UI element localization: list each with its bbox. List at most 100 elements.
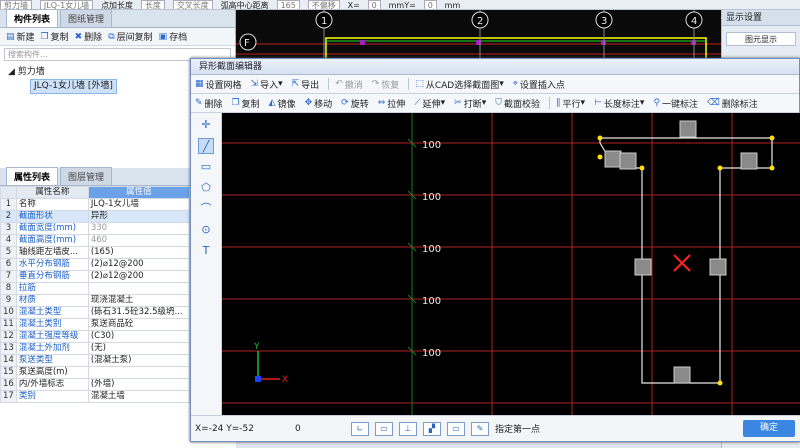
tab-layer-management[interactable]: 图层管理 <box>60 167 113 185</box>
property-value[interactable]: (外墙) <box>87 378 191 391</box>
property-value[interactable]: 混凝土墙 <box>87 390 191 403</box>
property-row[interactable]: 9 材质 现浇混凝土 <box>0 294 191 307</box>
grip-handle[interactable] <box>740 152 758 170</box>
vertex-point[interactable] <box>769 135 775 141</box>
x-field[interactable]: 0 <box>367 0 381 9</box>
polygon-tool-icon[interactable]: ⬠ <box>198 180 214 196</box>
break-button[interactable]: ✂ 打断 ▾ <box>454 97 486 110</box>
property-row[interactable]: 12 混凝土强度等级 (C30) <box>0 330 191 343</box>
set-grid-button[interactable]: ▦ 设置网格 <box>195 78 242 91</box>
rect-tool-icon[interactable]: ▭ <box>198 159 214 175</box>
property-value[interactable] <box>87 366 191 379</box>
property-row[interactable]: 3 截面宽度(mm) 330 <box>0 222 191 235</box>
grip-handle[interactable] <box>634 258 652 276</box>
archive-button[interactable]: ▣ 存档 <box>159 30 188 44</box>
property-value[interactable]: 异形 <box>87 210 191 223</box>
circle-tool-icon[interactable]: ⊙ <box>198 222 214 238</box>
property-row[interactable]: 2 截面形状 异形 <box>0 210 191 223</box>
property-value[interactable]: (砾石31.5砼32.5级坍... <box>87 306 191 319</box>
move-button[interactable]: ✥ 移动 <box>305 97 333 110</box>
delete-button[interactable]: ✖ 删除 <box>75 30 103 44</box>
property-row[interactable]: 10 混凝土类型 (砾石31.5砼32.5级坍... <box>0 306 191 319</box>
arc-tool-icon[interactable]: ⌒ <box>198 201 214 217</box>
import-button[interactable]: ⇲ 导入 ▾ <box>251 78 283 91</box>
edit-delete-button[interactable]: ✎ 删除 <box>195 97 223 110</box>
export-button[interactable]: ⇱ 导出 <box>292 78 320 91</box>
property-row[interactable]: 14 泵送类型 (混凝土泵) <box>0 354 191 367</box>
extend-button[interactable]: ⟋ 延伸 ▾ <box>414 97 445 110</box>
ortho-toggle-icon[interactable]: ∟ <box>351 421 369 436</box>
rotate-button[interactable]: ⟳ 旋转 <box>341 97 369 110</box>
edit-copy-button[interactable]: ❐ 复制 <box>232 97 260 110</box>
grip-handle[interactable] <box>604 150 622 168</box>
property-value[interactable]: (2)⌀12@200 <box>87 258 191 271</box>
property-value[interactable]: 泵送商品砼 <box>87 318 191 331</box>
property-value[interactable]: 460 <box>87 234 191 247</box>
property-value[interactable]: JLQ-1女儿墙 <box>87 198 191 211</box>
tab-component-list[interactable]: 构件列表 <box>6 9 59 27</box>
property-row[interactable]: 7 垂直分布钢筋 (2)⌀12@200 <box>0 270 191 283</box>
grip-handle[interactable] <box>619 152 637 170</box>
select-from-cad-button[interactable]: ⬚ 从CAD选择截面图 ▾ <box>415 78 503 91</box>
property-value[interactable]: (混凝土泵) <box>87 354 191 367</box>
property-row[interactable]: 8 拉筋 <box>0 282 191 295</box>
dynamic-input-icon[interactable]: ▭ <box>447 421 465 436</box>
property-row[interactable]: 6 水平分布钢筋 (2)⌀12@200 <box>0 258 191 271</box>
property-value[interactable]: 现浇混凝土 <box>87 294 191 307</box>
vertex-point[interactable] <box>717 380 723 386</box>
property-row[interactable]: 4 截面高度(mm) 460 <box>0 234 191 247</box>
new-button[interactable]: ▤ 新建 <box>6 30 35 44</box>
parallel-button[interactable]: ∥ 平行 ▾ <box>556 97 585 110</box>
mirror-button[interactable]: ◭ 镜像 <box>269 97 296 110</box>
point-tool-icon[interactable]: ✛ <box>198 117 214 133</box>
property-value[interactable] <box>87 282 191 295</box>
section-outline[interactable] <box>599 137 773 384</box>
object-snap-icon[interactable]: ⊥ <box>399 421 417 436</box>
tab-drawing-management[interactable]: 图纸管理 <box>60 9 113 27</box>
property-value[interactable]: (165) <box>87 246 191 259</box>
property-row[interactable]: 15 泵送高度(m) <box>0 366 191 379</box>
undo-button[interactable]: ↶ 撤消 <box>335 78 363 91</box>
cross-length-field[interactable]: 交叉长度 <box>172 0 213 9</box>
floor-copy-button[interactable]: ⧉ 层间复制 <box>108 30 152 44</box>
polar-toggle-icon[interactable]: ▞ <box>423 421 441 436</box>
snap-toggle-icon[interactable]: ▭ <box>375 421 393 436</box>
vertex-point[interactable] <box>769 165 775 171</box>
property-row[interactable]: 17 类别 混凝土墙 <box>0 390 191 403</box>
redo-button[interactable]: ↷ 恢复 <box>372 78 400 91</box>
ok-button[interactable]: 确定 <box>743 420 795 437</box>
grip-handle[interactable] <box>709 258 727 276</box>
y-field[interactable]: 0 <box>423 0 437 9</box>
property-row[interactable]: 16 内/外墙标志 (外墙) <box>0 378 191 391</box>
section-check-button[interactable]: ⛉ 截面校验 <box>495 97 540 110</box>
cad-drawing-area[interactable]: 1 2 3 4 F <box>236 10 721 61</box>
offset-field[interactable]: 165 <box>276 0 300 9</box>
copy-button[interactable]: ❐ 复制 <box>41 30 69 44</box>
stretch-button[interactable]: ⇔ 拉伸 <box>378 97 406 110</box>
vertex-point[interactable] <box>717 165 723 171</box>
mode-select[interactable]: 不偏移 <box>307 0 340 9</box>
length-dimension-button[interactable]: ⊢ 长度标注 ▾ <box>594 97 644 110</box>
property-value[interactable]: (无) <box>87 342 191 355</box>
property-row[interactable]: 11 混凝土类别 泵送商品砼 <box>0 318 191 331</box>
tab-property-list[interactable]: 属性列表 <box>6 167 59 185</box>
element-display-tab[interactable]: 图元显示 <box>726 32 796 46</box>
tree-node-parapet[interactable]: JLQ-1女儿墙 [外墙] <box>30 79 117 94</box>
grip-handle[interactable] <box>679 120 697 138</box>
display-settings-title[interactable]: 显示设置 <box>722 10 800 26</box>
property-row[interactable]: 13 混凝土外加剂 (无) <box>0 342 191 355</box>
property-value[interactable]: 330 <box>87 222 191 235</box>
text-tool-icon[interactable]: T <box>198 243 214 259</box>
property-row[interactable]: 5 轴线距左墙皮... (165) <box>0 246 191 259</box>
delete-dimension-button[interactable]: ⌫ 删除标注 <box>707 97 758 110</box>
property-value[interactable]: (2)⌀12@200 <box>87 270 191 283</box>
length-field[interactable]: 长度 <box>140 0 165 9</box>
vertex-point[interactable] <box>597 135 603 141</box>
vertex-point[interactable] <box>597 154 603 160</box>
set-insert-point-button[interactable]: ⌖ 设置插入点 <box>513 78 565 91</box>
section-canvas[interactable]: 100 100 100 100 100 Y X <box>222 113 800 415</box>
property-value[interactable]: (C30) <box>87 330 191 343</box>
vertex-point[interactable] <box>639 165 645 171</box>
auto-dimension-button[interactable]: ⚲ 一键标注 <box>653 97 698 110</box>
property-row[interactable]: 1 名称 JLQ-1女儿墙 <box>0 198 191 211</box>
